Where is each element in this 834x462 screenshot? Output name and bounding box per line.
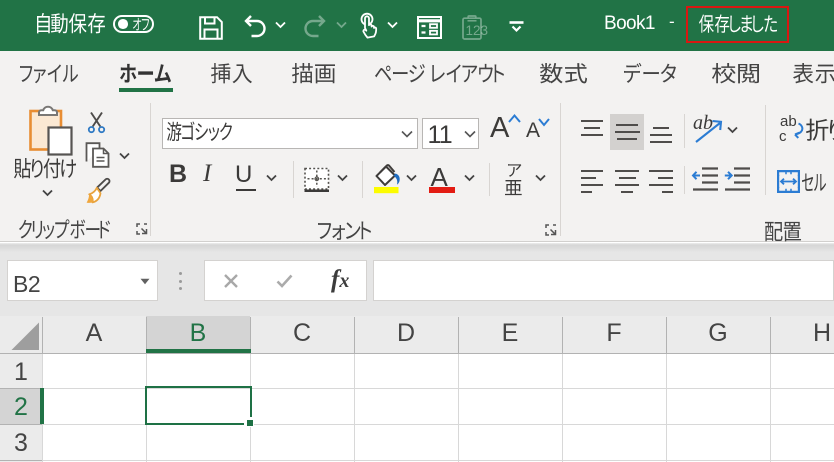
svg-text:c: c: [779, 128, 787, 145]
